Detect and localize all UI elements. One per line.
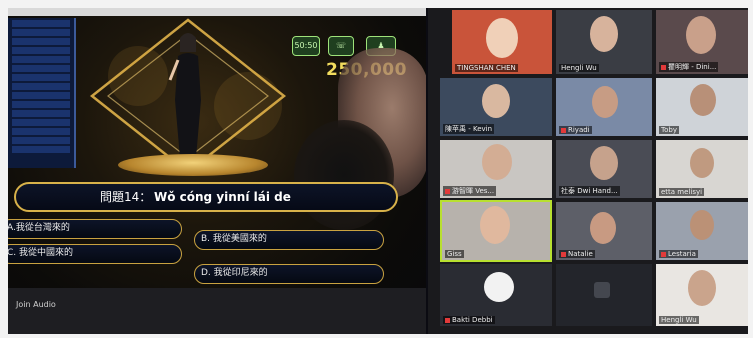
video-tile[interactable]: 陳苹禹 - Kevin (440, 78, 552, 136)
host-avatar (168, 33, 201, 158)
participant-name: 游智暉 Ves... (443, 186, 497, 196)
ladder-row (12, 101, 70, 108)
ladder-row (12, 20, 70, 27)
video-gallery: TINGSHAN CHEN Hengli Wu 瞿明輝 - Dini... 陳苹… (428, 8, 748, 334)
participant-face (482, 84, 510, 118)
muted-mic-icon (561, 251, 566, 257)
muted-mic-icon (661, 64, 666, 70)
phone-icon: ☏ (335, 41, 346, 50)
question-text: Wǒ cóng yinní lái de (154, 190, 291, 204)
muted-mic-icon (561, 127, 566, 133)
participant-face (690, 148, 714, 178)
ladder-row (12, 65, 70, 72)
participant-name: TINGSHAN CHEN (455, 64, 518, 72)
video-tile[interactable]: Hengli Wu (656, 264, 748, 326)
video-tile-active-speaker[interactable]: Giss (440, 200, 552, 262)
video-tile[interactable]: Hengli Wu (556, 10, 652, 74)
prize-ladder (8, 18, 76, 168)
participant-name: Natalie (559, 250, 595, 258)
window-titlebar[interactable] (8, 8, 426, 16)
blurred-head-foreground (294, 120, 394, 230)
participant-face (480, 206, 510, 244)
participant-face (590, 212, 616, 244)
ladder-row (12, 137, 70, 144)
participant-name: etta melisyi (659, 188, 705, 196)
participant-name: Hengli Wu (559, 64, 599, 72)
question-number: 問題14： (100, 190, 152, 204)
answer-d-button[interactable]: D. 我從印尼來的 (194, 264, 384, 284)
muted-mic-icon (661, 251, 666, 257)
participant-avatar (484, 272, 514, 302)
ladder-row (12, 146, 70, 153)
screenshot-frame: 50:50 ☏ ♟ 250,000 問題14： Wǒ cóng yinní lá… (8, 8, 748, 334)
video-tile[interactable]: Natalie (556, 202, 652, 260)
participant-name: Lestaria (659, 250, 698, 258)
lifeline-fifty-fifty[interactable]: 50:50 (292, 36, 320, 56)
ladder-row (12, 128, 70, 135)
video-tile[interactable]: etta melisyi (656, 140, 748, 198)
participant-face (590, 16, 618, 52)
video-off-icon (594, 282, 610, 298)
muted-mic-icon (445, 317, 450, 323)
ladder-row (12, 38, 70, 45)
answer-b-button[interactable]: B. 我從美國來的 (194, 230, 384, 250)
ladder-row (12, 47, 70, 54)
quiz-game-window: 50:50 ☏ ♟ 250,000 問題14： Wǒ cóng yinní lá… (8, 8, 426, 334)
participant-face (482, 144, 512, 180)
video-tile[interactable]: Toby (656, 78, 748, 136)
participant-face (486, 18, 518, 58)
question-box: 問題14： Wǒ cóng yinní lái de (14, 182, 398, 212)
video-tile[interactable]: 社泰 Dwi Hand... (556, 140, 652, 198)
participant-face (686, 16, 716, 54)
participant-face (688, 270, 716, 306)
video-tile[interactable]: Lestaria (656, 202, 748, 260)
answer-c-button[interactable]: C. 我從中國來的 (8, 244, 182, 264)
ladder-row (12, 74, 70, 81)
participant-name: Toby (659, 126, 679, 134)
ladder-row (12, 83, 70, 90)
ladder-row (12, 110, 70, 117)
ladder-row (12, 119, 70, 126)
muted-mic-icon (445, 188, 450, 194)
participant-name: Hengli Wu (659, 316, 699, 324)
video-tile[interactable]: TINGSHAN CHEN (452, 10, 552, 74)
participant-name: Giss (445, 250, 464, 258)
participant-name: 陳苹禹 - Kevin (443, 124, 495, 134)
lifeline-phone[interactable]: ☏ (328, 36, 354, 56)
video-tile[interactable] (556, 264, 652, 326)
ladder-row (12, 56, 70, 63)
participant-face (592, 86, 618, 118)
participant-name: 瞿明輝 - Dini... (659, 62, 719, 72)
participant-face (590, 146, 618, 180)
ladder-row (12, 92, 70, 99)
participant-face (690, 84, 716, 116)
ladder-row (12, 29, 70, 36)
meeting-toolbar: Join Audio (8, 288, 426, 334)
participant-name: Bakti Debbi (443, 316, 495, 324)
video-tile[interactable]: Riyadi (556, 78, 652, 136)
video-tile[interactable]: Bakti Debbi (440, 264, 552, 326)
participant-name: 社泰 Dwi Hand... (559, 186, 620, 196)
participant-name: Riyadi (559, 126, 592, 134)
answer-a-button[interactable]: A.我從台灣來的 (8, 219, 182, 239)
join-audio-button[interactable]: Join Audio (16, 300, 56, 309)
video-tile[interactable]: 游智暉 Ves... (440, 140, 552, 198)
host-pedestal (118, 154, 268, 176)
video-tile[interactable]: 瞿明輝 - Dini... (656, 10, 748, 74)
participant-face (690, 210, 714, 240)
